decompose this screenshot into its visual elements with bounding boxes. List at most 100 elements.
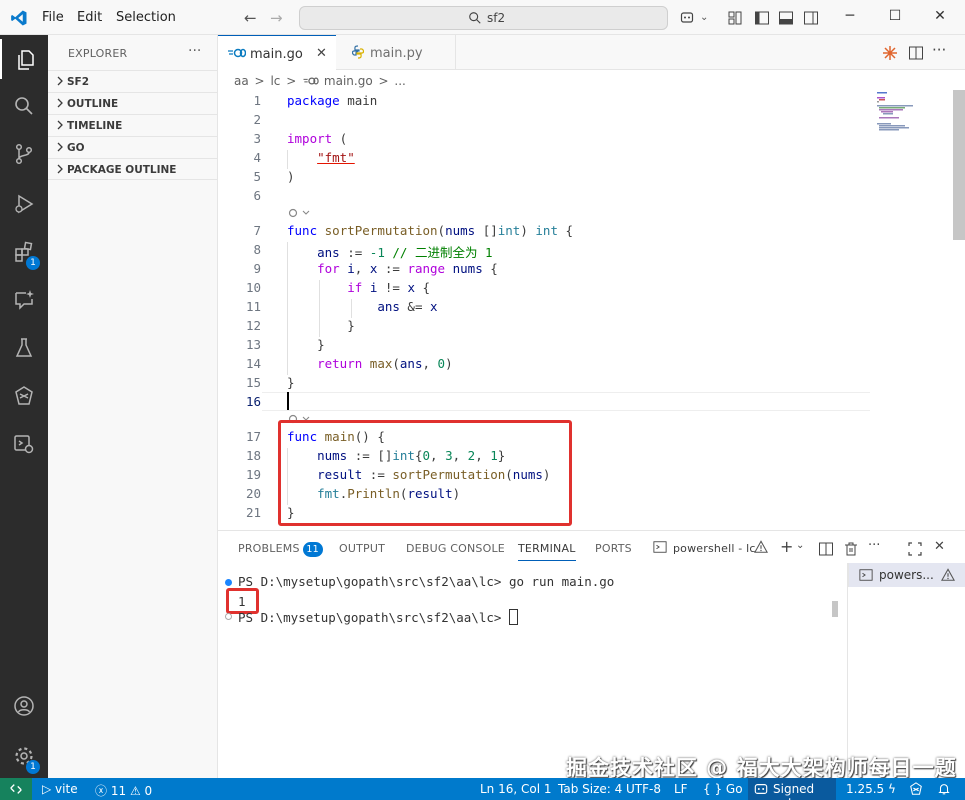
command-center-search[interactable]: sf2 xyxy=(299,6,668,30)
status-bar: ▷ vite ⓧ 11 ⚠ 0 Ln 16, Col 1 Tab Size: 4… xyxy=(0,778,965,800)
activity-run-debug[interactable] xyxy=(0,183,48,223)
codelens-icon[interactable] xyxy=(287,207,311,219)
chevron-right-icon xyxy=(57,98,63,108)
status-cursor-position[interactable]: Ln 16, Col 1 xyxy=(480,782,552,796)
title-bar: File Edit Selection ← → sf2 ⌄ ─ ☐ ✕ xyxy=(0,0,965,35)
code-line: for i, x := range nums { xyxy=(317,261,498,276)
terminal-icon xyxy=(653,541,667,553)
line-number: 6 xyxy=(253,188,261,203)
status-language[interactable]: { } Go xyxy=(703,782,743,796)
notifications-bell-icon[interactable] xyxy=(936,782,952,796)
activity-testing[interactable] xyxy=(0,327,48,367)
sidebar-section-sf2[interactable]: SF2 xyxy=(48,70,218,92)
terminal-prompt: PS D:\mysetup\gopath\src\sf2\aa\lc> xyxy=(238,610,509,625)
breadcrumb-main-go[interactable]: main.go xyxy=(324,74,373,88)
editor-scrollbar-thumb[interactable] xyxy=(953,90,965,240)
status-go-version[interactable]: 1.25.5 ϟ xyxy=(846,782,896,796)
panel-tab-debug-console[interactable]: DEBUG CONSOLE xyxy=(406,542,505,555)
customize-layout-icon[interactable] xyxy=(727,10,743,26)
activity-extensions[interactable]: 1 xyxy=(0,231,48,271)
maximize-icon[interactable]: ☐ xyxy=(885,8,905,24)
minimap[interactable] xyxy=(873,90,953,150)
code-line: return max(ans, 0) xyxy=(317,356,453,371)
line-number: 4 xyxy=(253,150,261,165)
line-number: 18 xyxy=(245,448,261,463)
line-number: 10 xyxy=(245,280,261,295)
agent-icon xyxy=(15,386,33,405)
remote-indicator[interactable] xyxy=(0,778,32,800)
split-terminal-icon[interactable] xyxy=(818,541,834,557)
line-number: 21 xyxy=(245,505,261,520)
new-terminal-plus-icon[interactable]: + xyxy=(780,537,796,556)
more-actions-icon[interactable]: ··· xyxy=(188,43,201,59)
sidebar-section-timeline[interactable]: TIMELINE xyxy=(48,114,218,136)
trash-icon[interactable] xyxy=(843,541,859,557)
extensions-badge: 1 xyxy=(26,256,40,270)
panel-tab-terminal[interactable]: TERMINAL xyxy=(518,542,576,561)
close-icon[interactable]: ✕ xyxy=(316,46,327,61)
back-arrow-icon[interactable]: ← xyxy=(244,9,257,27)
breadcrumb-separator: > xyxy=(254,74,265,88)
terminal-list-item[interactable]: powers... xyxy=(848,563,965,587)
more-actions-icon[interactable]: ··· xyxy=(868,538,884,554)
vite-label: vite xyxy=(55,782,78,796)
status-copilot-signed-out[interactable]: Signed out xyxy=(748,778,836,800)
activity-source-control[interactable] xyxy=(0,133,48,173)
status-problems[interactable]: ⓧ 11 ⚠ 0 xyxy=(95,782,152,799)
agent-status-icon[interactable] xyxy=(908,782,924,796)
menu-selection[interactable]: Selection xyxy=(116,10,176,25)
sidebar-section-go[interactable]: GO xyxy=(48,136,218,158)
menu-edit[interactable]: Edit xyxy=(77,10,102,25)
remote-explorer-icon xyxy=(14,435,34,454)
activity-copilot-agent[interactable] xyxy=(0,375,48,415)
panel-tab-ports[interactable]: PORTS xyxy=(595,542,632,555)
code-line: if i != x { xyxy=(347,280,431,295)
breadcrumb-symbols[interactable]: ... xyxy=(394,74,405,88)
menu-file[interactable]: File xyxy=(42,10,64,25)
copilot-icon[interactable] xyxy=(680,10,696,26)
command-pending-dot xyxy=(225,613,232,620)
toggle-primary-sidebar-icon[interactable] xyxy=(754,10,770,26)
activity-remote-explorer[interactable] xyxy=(0,423,48,463)
status-eol[interactable]: LF xyxy=(674,782,688,796)
activity-chat[interactable] xyxy=(0,279,48,319)
copilot-sparkle-icon[interactable] xyxy=(882,45,898,61)
activity-explorer[interactable] xyxy=(0,39,48,79)
tab-main-py[interactable]: main.py xyxy=(336,35,456,70)
status-encoding[interactable]: UTF-8 xyxy=(626,782,661,796)
breadcrumb-aa[interactable]: aa xyxy=(234,74,249,88)
chevron-down-icon[interactable]: ⌄ xyxy=(700,12,708,23)
more-actions-icon[interactable]: ··· xyxy=(932,41,948,59)
section-label: GO xyxy=(67,142,85,154)
terminal-name[interactable]: powershell - lc xyxy=(673,542,756,555)
chevron-down-icon[interactable]: ⌄ xyxy=(796,540,812,556)
terminal-scrollbar[interactable] xyxy=(832,601,838,617)
minimize-icon[interactable]: ─ xyxy=(840,8,860,24)
panel-tab-output[interactable]: OUTPUT xyxy=(339,542,385,555)
split-editor-icon[interactable] xyxy=(908,45,924,61)
breadcrumb-lc[interactable]: lc xyxy=(270,74,280,88)
code-line: } xyxy=(287,375,295,390)
status-vite[interactable]: ▷ vite xyxy=(42,782,78,796)
toggle-secondary-sidebar-icon[interactable] xyxy=(803,10,819,26)
toggle-panel-icon[interactable] xyxy=(778,10,794,26)
warning-icon xyxy=(941,568,955,581)
code-line: ans &= x xyxy=(377,299,438,314)
activity-bar: 1 1 xyxy=(0,35,48,778)
error-icon: ⓧ xyxy=(95,784,111,798)
activity-search[interactable] xyxy=(0,85,48,125)
sidebar-section-package-outline[interactable]: PACKAGE OUTLINE xyxy=(48,158,218,180)
activity-accounts[interactable] xyxy=(0,685,48,725)
terminal-line[interactable]: PS D:\mysetup\gopath\src\sf2\aa\lc> xyxy=(238,609,518,625)
panel-tab-problems[interactable]: PROBLEMS 11 xyxy=(238,542,323,557)
sidebar-section-outline[interactable]: OUTLINE xyxy=(48,92,218,114)
activity-manage[interactable]: 1 xyxy=(0,735,48,775)
forward-arrow-icon[interactable]: → xyxy=(270,9,283,27)
status-tab-size[interactable]: Tab Size: 4 xyxy=(558,782,622,796)
code-editor[interactable]: 1 2 3 4 5 6 7 8 9 10 11 12 13 14 15 16 1… xyxy=(218,90,965,527)
breadcrumb: aa > lc > main.go > ... xyxy=(234,74,408,88)
close-panel-icon[interactable]: ✕ xyxy=(934,539,950,555)
maximize-panel-icon[interactable] xyxy=(907,541,923,557)
close-window-icon[interactable]: ✕ xyxy=(930,8,950,24)
tab-main-go[interactable]: main.go ✕ xyxy=(218,35,336,70)
